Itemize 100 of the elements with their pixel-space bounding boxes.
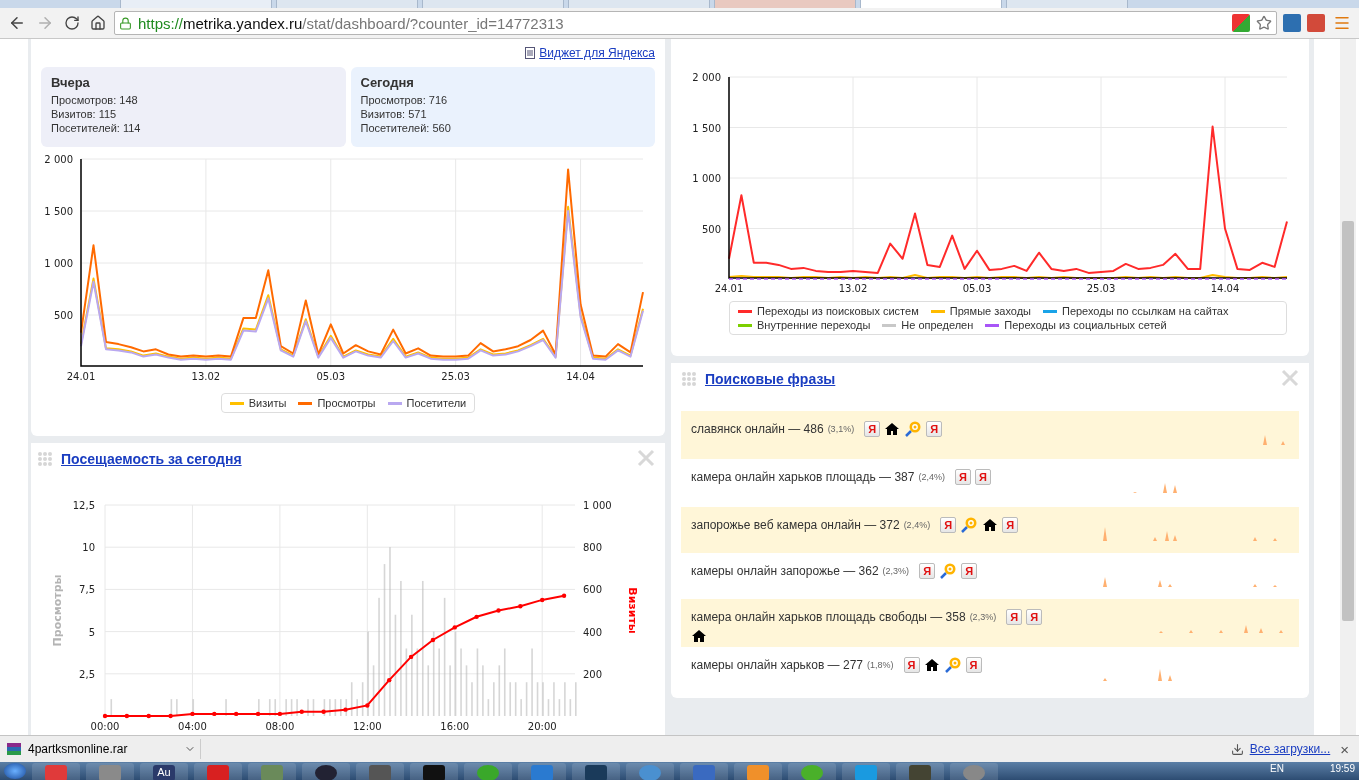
phrase-share: (1,8%): [867, 660, 894, 670]
axis-tick-label: 1 500: [44, 206, 73, 217]
drag-handle-icon[interactable]: [37, 451, 53, 467]
phrase-share: (2,4%): [918, 472, 945, 482]
taskbar-app[interactable]: [410, 763, 458, 780]
magnifier-icon[interactable]: [939, 563, 958, 579]
chart-bar: [503, 648, 506, 716]
chart-bar: [465, 665, 468, 716]
magnifier-icon[interactable]: [943, 657, 962, 673]
app-label: Au: [153, 765, 175, 780]
search-phrase-row[interactable]: запорожье веб камера онлайн — 372 (2,4%) Я Я: [681, 507, 1299, 553]
yandex-badge-icon[interactable]: Я: [975, 469, 991, 485]
axis-title: Визиты: [626, 587, 639, 634]
axis-tick-label: 800: [583, 542, 603, 554]
sparkline: [1102, 669, 1172, 681]
phrase-text: запорожье веб камера онлайн — 372: [691, 518, 900, 532]
taskbar-app[interactable]: [896, 763, 944, 780]
extension-icon[interactable]: [1232, 14, 1250, 32]
address-bar[interactable]: https://metrika.yandex.ru/stat/dashboard/?counter_id=14772313: [114, 11, 1277, 35]
axis-tick-label: 20:00: [527, 721, 557, 732]
taskbar-app[interactable]: Au: [140, 763, 188, 780]
axis-tick-label: 16:00: [440, 721, 470, 732]
phrase-share: (3,1%): [827, 424, 855, 434]
chart-bar: [525, 682, 528, 716]
axis-tick-label: 14.04: [1210, 283, 1240, 294]
axis-tick-label: 12:00: [352, 721, 382, 732]
axis-tick-label: 12,5: [72, 500, 95, 511]
forward-icon[interactable]: [36, 14, 54, 32]
widget-title-link[interactable]: Поисковые фразы: [705, 371, 836, 387]
close-button[interactable]: ×: [1336, 740, 1353, 758]
chart-bar: [558, 699, 561, 716]
chart-bar: [268, 699, 271, 716]
legend-label: Посетители: [406, 397, 467, 409]
card-stat: Просмотров: 148: [51, 93, 139, 107]
axis-tick-label: 1 000: [692, 173, 721, 184]
legend-label: Внутренние переходы: [757, 319, 871, 331]
chart-extension-icon[interactable]: [1283, 14, 1301, 32]
language-indicator[interactable]: EN: [1270, 763, 1284, 775]
magnifier-icon[interactable]: [960, 517, 979, 533]
all-downloads-link[interactable]: Все загрузки...: [1249, 742, 1331, 756]
taskbar-app[interactable]: [788, 763, 836, 780]
clock[interactable]: 19:59: [1329, 763, 1355, 775]
axis-tick-label: 2 000: [692, 72, 721, 83]
house-icon[interactable]: [884, 422, 901, 436]
legend-label: Прямые заходы: [949, 305, 1031, 317]
axis-tick-label: 04:00: [178, 721, 207, 732]
chart-bar: [569, 699, 572, 716]
chart-bar: [547, 699, 550, 716]
yandex-badge-icon[interactable]: Я: [1002, 517, 1019, 533]
phrase-share: (2,4%): [903, 520, 931, 530]
back-icon[interactable]: [8, 14, 26, 32]
menu-icon[interactable]: [1333, 14, 1351, 32]
chart-bar: [372, 665, 375, 716]
legend-label: Переходы из поисковых систем: [757, 305, 919, 317]
axis-tick-label: 5: [88, 626, 95, 638]
yandex-badge-icon[interactable]: Я: [965, 657, 982, 673]
axis-tick-label: 24.01: [714, 283, 744, 294]
yandex-badge-icon[interactable]: Я: [955, 469, 971, 485]
yandex-badge-icon[interactable]: Я: [926, 421, 943, 437]
taskbar-app[interactable]: [572, 763, 620, 780]
chart-bar: [487, 699, 490, 716]
yandex-badge-icon[interactable]: Я: [940, 517, 957, 533]
magnifier-icon[interactable]: [904, 421, 923, 437]
yandex-badge-icon[interactable]: Я: [903, 657, 920, 673]
axis-tick-label: 600: [583, 584, 603, 596]
close-icon[interactable]: [1281, 369, 1299, 387]
reload-icon[interactable]: [64, 15, 80, 31]
drag-handle-icon[interactable]: [681, 371, 697, 387]
home-icon[interactable]: [90, 15, 106, 31]
axis-tick-label: 08:00: [265, 721, 295, 732]
widget-title-link[interactable]: Посещаемость за сегодня: [61, 451, 242, 467]
download-file-name[interactable]: 4partksmonline.rar: [28, 742, 178, 756]
widget-link[interactable]: Виджет для Яндекса: [539, 46, 655, 60]
house-icon[interactable]: [691, 629, 707, 643]
paint-extension-icon[interactable]: [1307, 14, 1325, 32]
chart-bar: [312, 699, 315, 716]
yandex-badge-icon[interactable]: Я: [1026, 609, 1043, 625]
chart-bar: [361, 682, 364, 716]
yandex-badge-icon[interactable]: Я: [1006, 609, 1023, 625]
yandex-badge-icon[interactable]: Я: [919, 563, 936, 579]
start-icon[interactable]: [4, 763, 26, 779]
scrollbar[interactable]: [1340, 39, 1356, 735]
axis-tick-label: 1 000: [583, 500, 612, 511]
search-phrase-row[interactable]: камера онлайн харьков площадь свободы — 358 (2,3%) Я Я: [681, 599, 1299, 647]
chart-bar: [476, 648, 479, 716]
yandex-badge-icon[interactable]: Я: [864, 421, 881, 437]
close-icon[interactable]: [637, 449, 655, 467]
axis-tick-label: 7,5: [79, 584, 95, 596]
card-stat: Посетителей: 560: [360, 121, 452, 135]
yandex-badge-icon[interactable]: Я: [961, 563, 978, 579]
house-icon[interactable]: [923, 658, 940, 672]
taskbar-app[interactable]: [302, 763, 350, 780]
search-phrase-row[interactable]: славянск онлайн — 486 (3,1%) Я Я: [681, 411, 1299, 459]
phrase-share: (2,3%): [969, 612, 997, 622]
house-icon[interactable]: [982, 518, 999, 532]
taskbar-app[interactable]: [734, 763, 782, 780]
legend-label: Переходы из социальных сетей: [1004, 319, 1167, 331]
star-icon[interactable]: [1256, 15, 1272, 31]
chart-bar: [350, 682, 353, 716]
chart-bar: [514, 682, 517, 716]
